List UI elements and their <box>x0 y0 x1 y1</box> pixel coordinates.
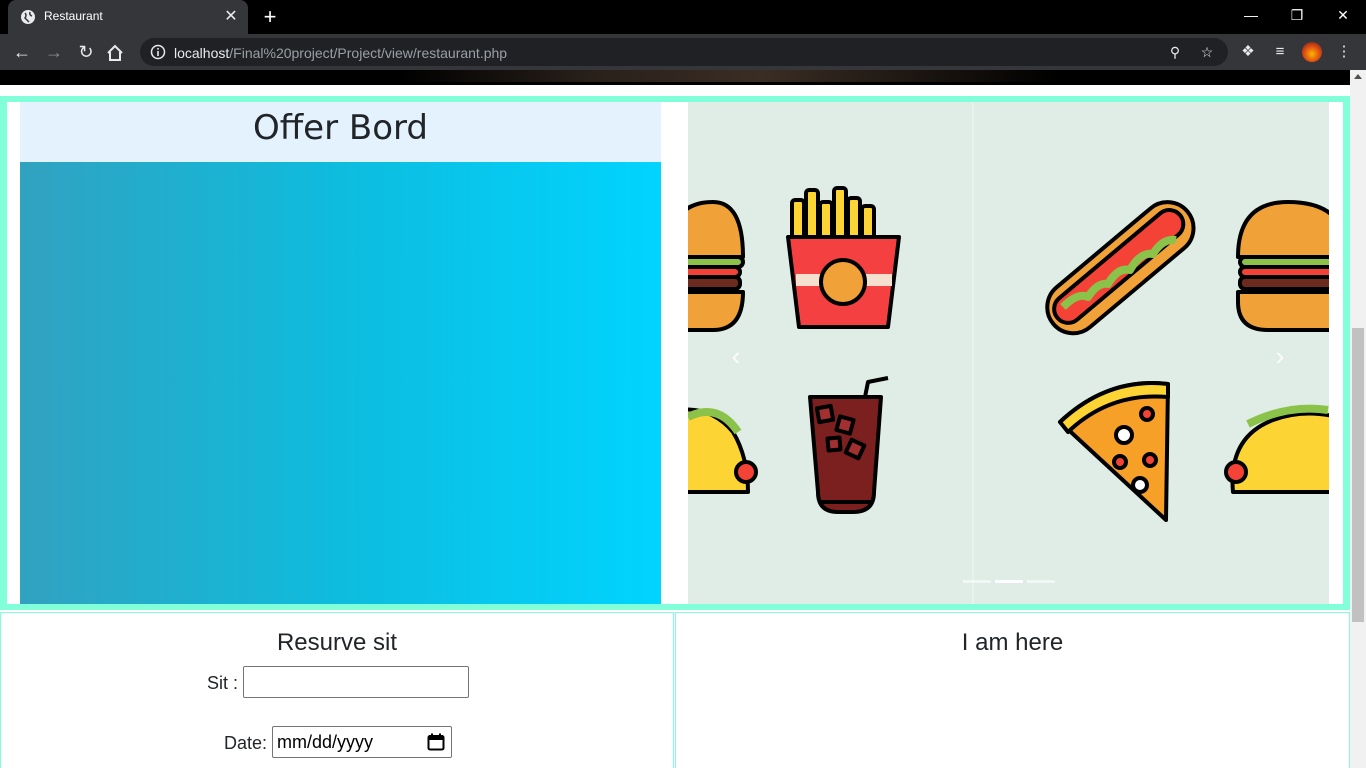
offer-board-title: Offer Bord <box>253 108 428 148</box>
date-input[interactable]: mm/dd/yyyy <box>272 726 452 758</box>
address-bar[interactable]: localhost/Final%20project/Project/view/r… <box>140 38 1228 66</box>
pizza-icon <box>1058 381 1170 522</box>
carousel-indicator-1[interactable] <box>963 580 991 583</box>
hotdog-icon <box>1045 200 1196 336</box>
carousel-slide-image <box>688 102 1329 604</box>
info-icon[interactable] <box>150 44 166 60</box>
fries-icon <box>786 186 901 329</box>
location-panel: I am here <box>675 612 1350 768</box>
offer-board: Offer Bord <box>20 102 661 604</box>
page-scrollbar[interactable] <box>1350 70 1366 768</box>
date-label: Date: <box>224 733 268 753</box>
carousel-indicator-3[interactable] <box>1027 580 1055 583</box>
offer-board-header: Offer Bord <box>20 102 661 162</box>
sit-input[interactable] <box>243 666 469 698</box>
burger-icon-left <box>688 200 745 332</box>
media-queue-icon[interactable]: ≡ <box>1270 42 1290 62</box>
globe-icon <box>21 10 35 24</box>
reservation-title: Resurve sit <box>276 629 398 656</box>
window-close-icon[interactable]: ✕ <box>1320 0 1366 30</box>
tab-close-icon[interactable]: ✕ <box>222 8 240 26</box>
restore-icon[interactable]: ❐ <box>1274 0 1320 30</box>
offer-inner: Offer Bord ‹ › <box>7 102 1343 604</box>
profile-avatar[interactable] <box>1302 42 1322 62</box>
browser-tab-bar: Restaurant ✕ + — ❐ ✕ <box>0 0 1366 34</box>
carousel-next-icon[interactable]: › <box>1266 342 1294 370</box>
scrollbar-thumb[interactable] <box>1352 328 1364 622</box>
url-text: localhost/Final%20project/Project/view/r… <box>174 45 508 61</box>
scroll-up-arrow-icon[interactable] <box>1354 74 1362 79</box>
sit-label: Sit : <box>207 673 239 693</box>
carousel-prev-icon[interactable]: ‹ <box>722 342 750 370</box>
zoom-icon[interactable]: ⚲ <box>1166 43 1184 61</box>
reservation-panel: Resurve sit Sit : Date: mm/dd/yyyy <box>0 612 674 768</box>
calendar-icon[interactable] <box>427 733 445 751</box>
offer-board-body <box>20 162 661 604</box>
food-carousel[interactable]: ‹ › <box>688 102 1329 604</box>
carousel-indicator-2[interactable] <box>995 580 1023 583</box>
page-viewport: Offer Bord ‹ › Resurve sit Sit: Date: m… <box>0 70 1350 768</box>
minimize-icon[interactable]: — <box>1228 0 1274 30</box>
back-icon[interactable]: ← <box>10 40 34 64</box>
menu-kebab-icon[interactable]: ⋮ <box>1334 42 1354 62</box>
location-title: I am here <box>961 629 1064 656</box>
reload-icon[interactable]: ↻ <box>74 40 98 64</box>
carousel-indicators <box>963 580 1055 583</box>
browser-tab[interactable]: Restaurant ✕ <box>8 0 248 34</box>
new-tab-button[interactable]: + <box>258 6 282 28</box>
hero-image-bottom <box>0 70 1350 85</box>
bookmark-star-icon[interactable]: ☆ <box>1198 43 1216 61</box>
home-icon[interactable] <box>106 44 124 62</box>
burger-icon-right <box>1236 200 1329 332</box>
tab-title: Restaurant <box>44 9 103 23</box>
browser-toolbar: ← → ↻ localhost/Final%20project/Project/… <box>0 34 1366 70</box>
taco-icon-right <box>1224 404 1329 494</box>
extensions-icon[interactable]: ❖ <box>1238 42 1258 62</box>
drink-icon <box>808 376 889 514</box>
date-placeholder: mm/dd/yyyy <box>277 732 374 752</box>
offer-section: Offer Bord ‹ › <box>0 96 1350 610</box>
forward-icon[interactable]: → <box>42 40 66 64</box>
taco-icon-left <box>688 407 758 494</box>
